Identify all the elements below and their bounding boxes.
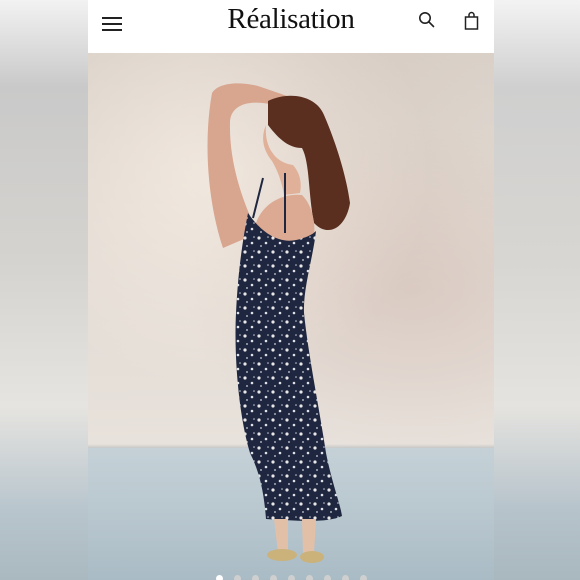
- carousel-dot[interactable]: [287, 575, 295, 580]
- carousel-dot[interactable]: [269, 575, 277, 580]
- carousel-dot[interactable]: [215, 575, 223, 580]
- background-blur-right: [494, 0, 580, 580]
- carousel-dot[interactable]: [359, 575, 367, 580]
- carousel-dot[interactable]: [323, 575, 331, 580]
- mobile-page: Réalisation: [88, 0, 494, 580]
- carousel-dot[interactable]: [341, 575, 349, 580]
- product-image-carousel[interactable]: [88, 53, 494, 580]
- carousel-dot[interactable]: [251, 575, 259, 580]
- background-blur-left: [0, 0, 88, 580]
- search-icon[interactable]: [418, 11, 436, 29]
- carousel-dot[interactable]: [233, 575, 241, 580]
- shopping-bag-icon[interactable]: [463, 11, 481, 31]
- site-header: Réalisation: [88, 0, 494, 52]
- model-in-floral-slip-dress-photo: [207, 83, 350, 563]
- carousel-dot[interactable]: [305, 575, 313, 580]
- carousel-dots: [88, 574, 494, 580]
